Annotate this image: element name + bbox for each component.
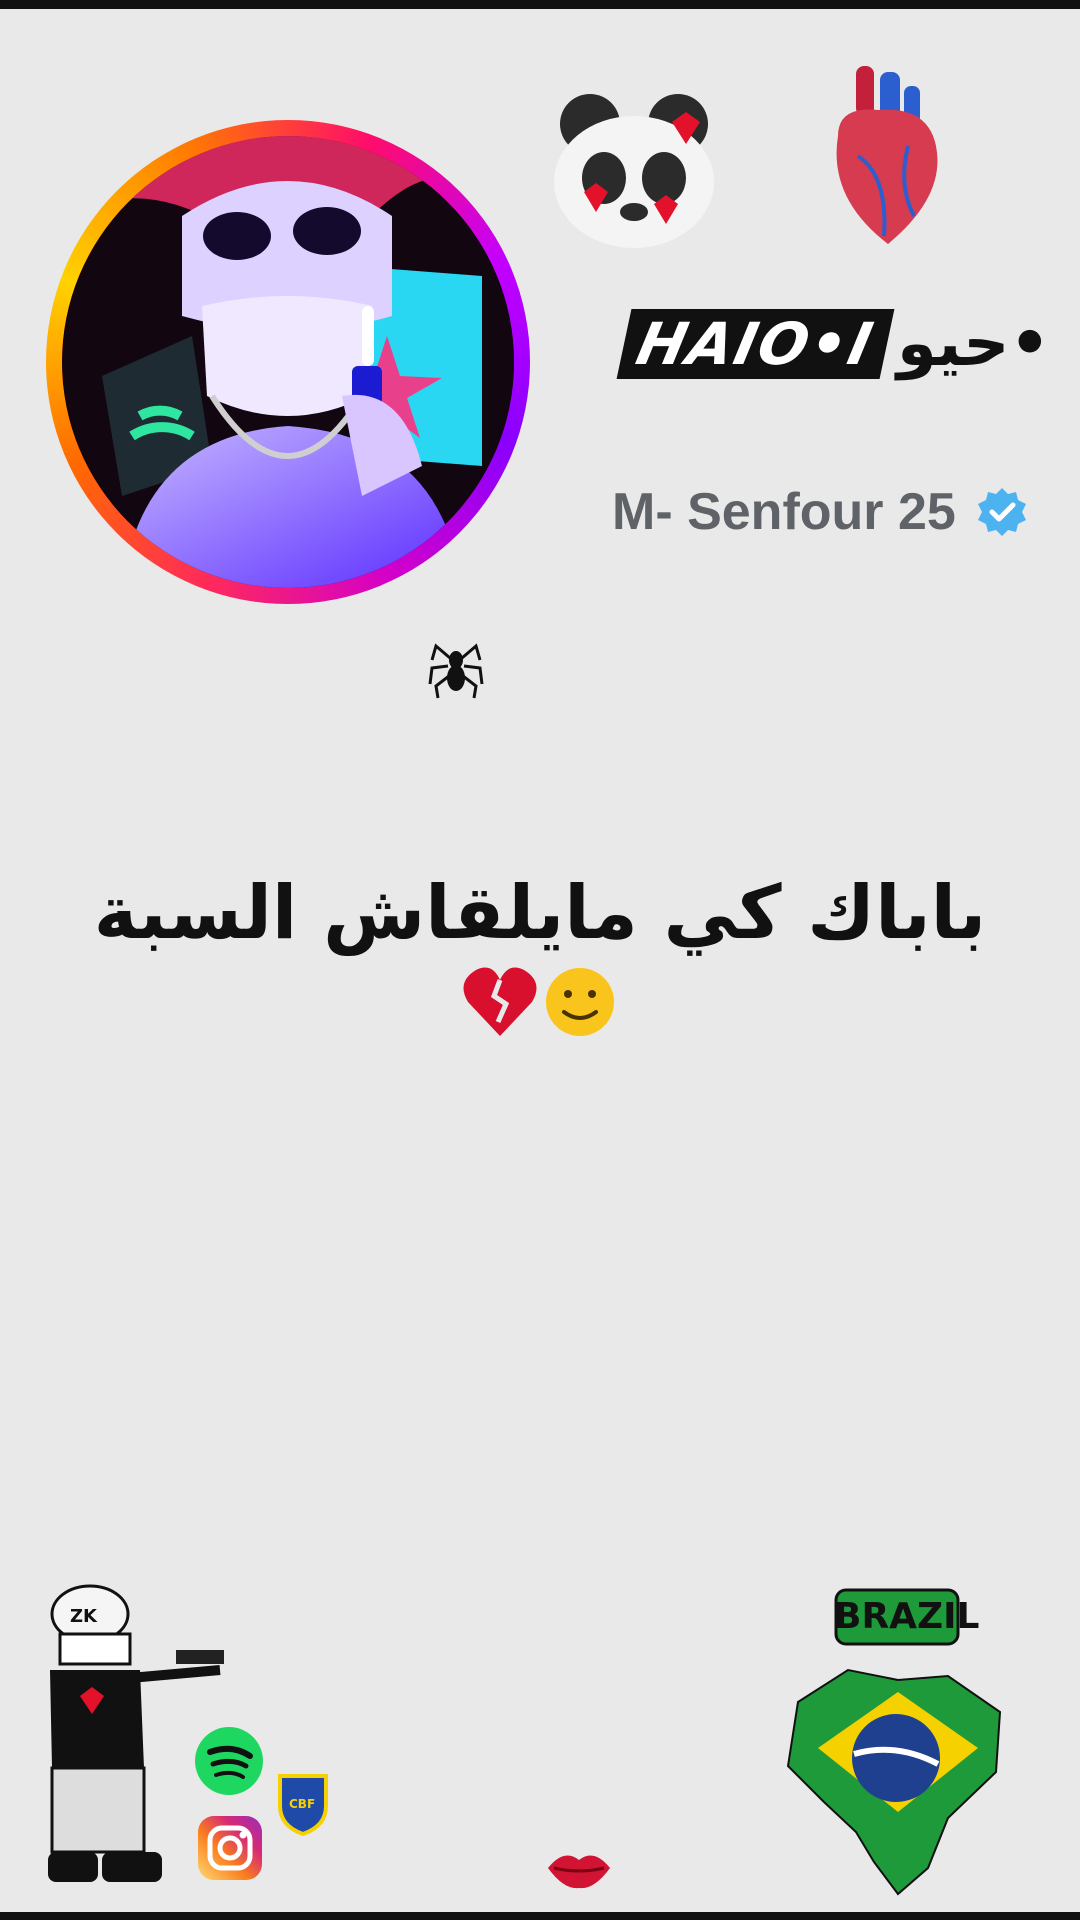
brand-arabic-text: حيو• [896, 307, 1051, 381]
top-border [0, 0, 1080, 9]
panda-hearts-sticker [548, 92, 720, 252]
avatar-artwork [62, 136, 514, 588]
cbf-badge: CBF [276, 1770, 330, 1837]
svg-text:ZK: ZK [70, 1606, 98, 1627]
instagram-icon [196, 1814, 264, 1882]
verified-badge-icon [977, 488, 1026, 536]
brand-title: HAIO•I حيو• [616, 306, 1051, 382]
username-row: M- Senfour 25 [612, 482, 1028, 542]
brazil-map-sticker [778, 1662, 1008, 1898]
username[interactable]: M- Senfour 25 [612, 482, 956, 542]
brand-latin-text: HAIO•I [616, 309, 895, 379]
spotify-icon [194, 1726, 264, 1796]
lips-icon [546, 1846, 612, 1892]
anatomical-heart-sticker [818, 66, 948, 248]
brazil-label-text: BRAZIL [834, 1596, 980, 1637]
caption-emoji [0, 962, 1080, 1060]
spider-icon [428, 638, 484, 700]
broken-heart-and-smile-icon [463, 967, 614, 1036]
bottom-border [0, 1912, 1080, 1920]
post-caption: باباك كي مايلقاش السبة [93, 870, 987, 956]
svg-text:CBF: CBF [289, 1797, 315, 1811]
avatar[interactable] [62, 136, 514, 588]
